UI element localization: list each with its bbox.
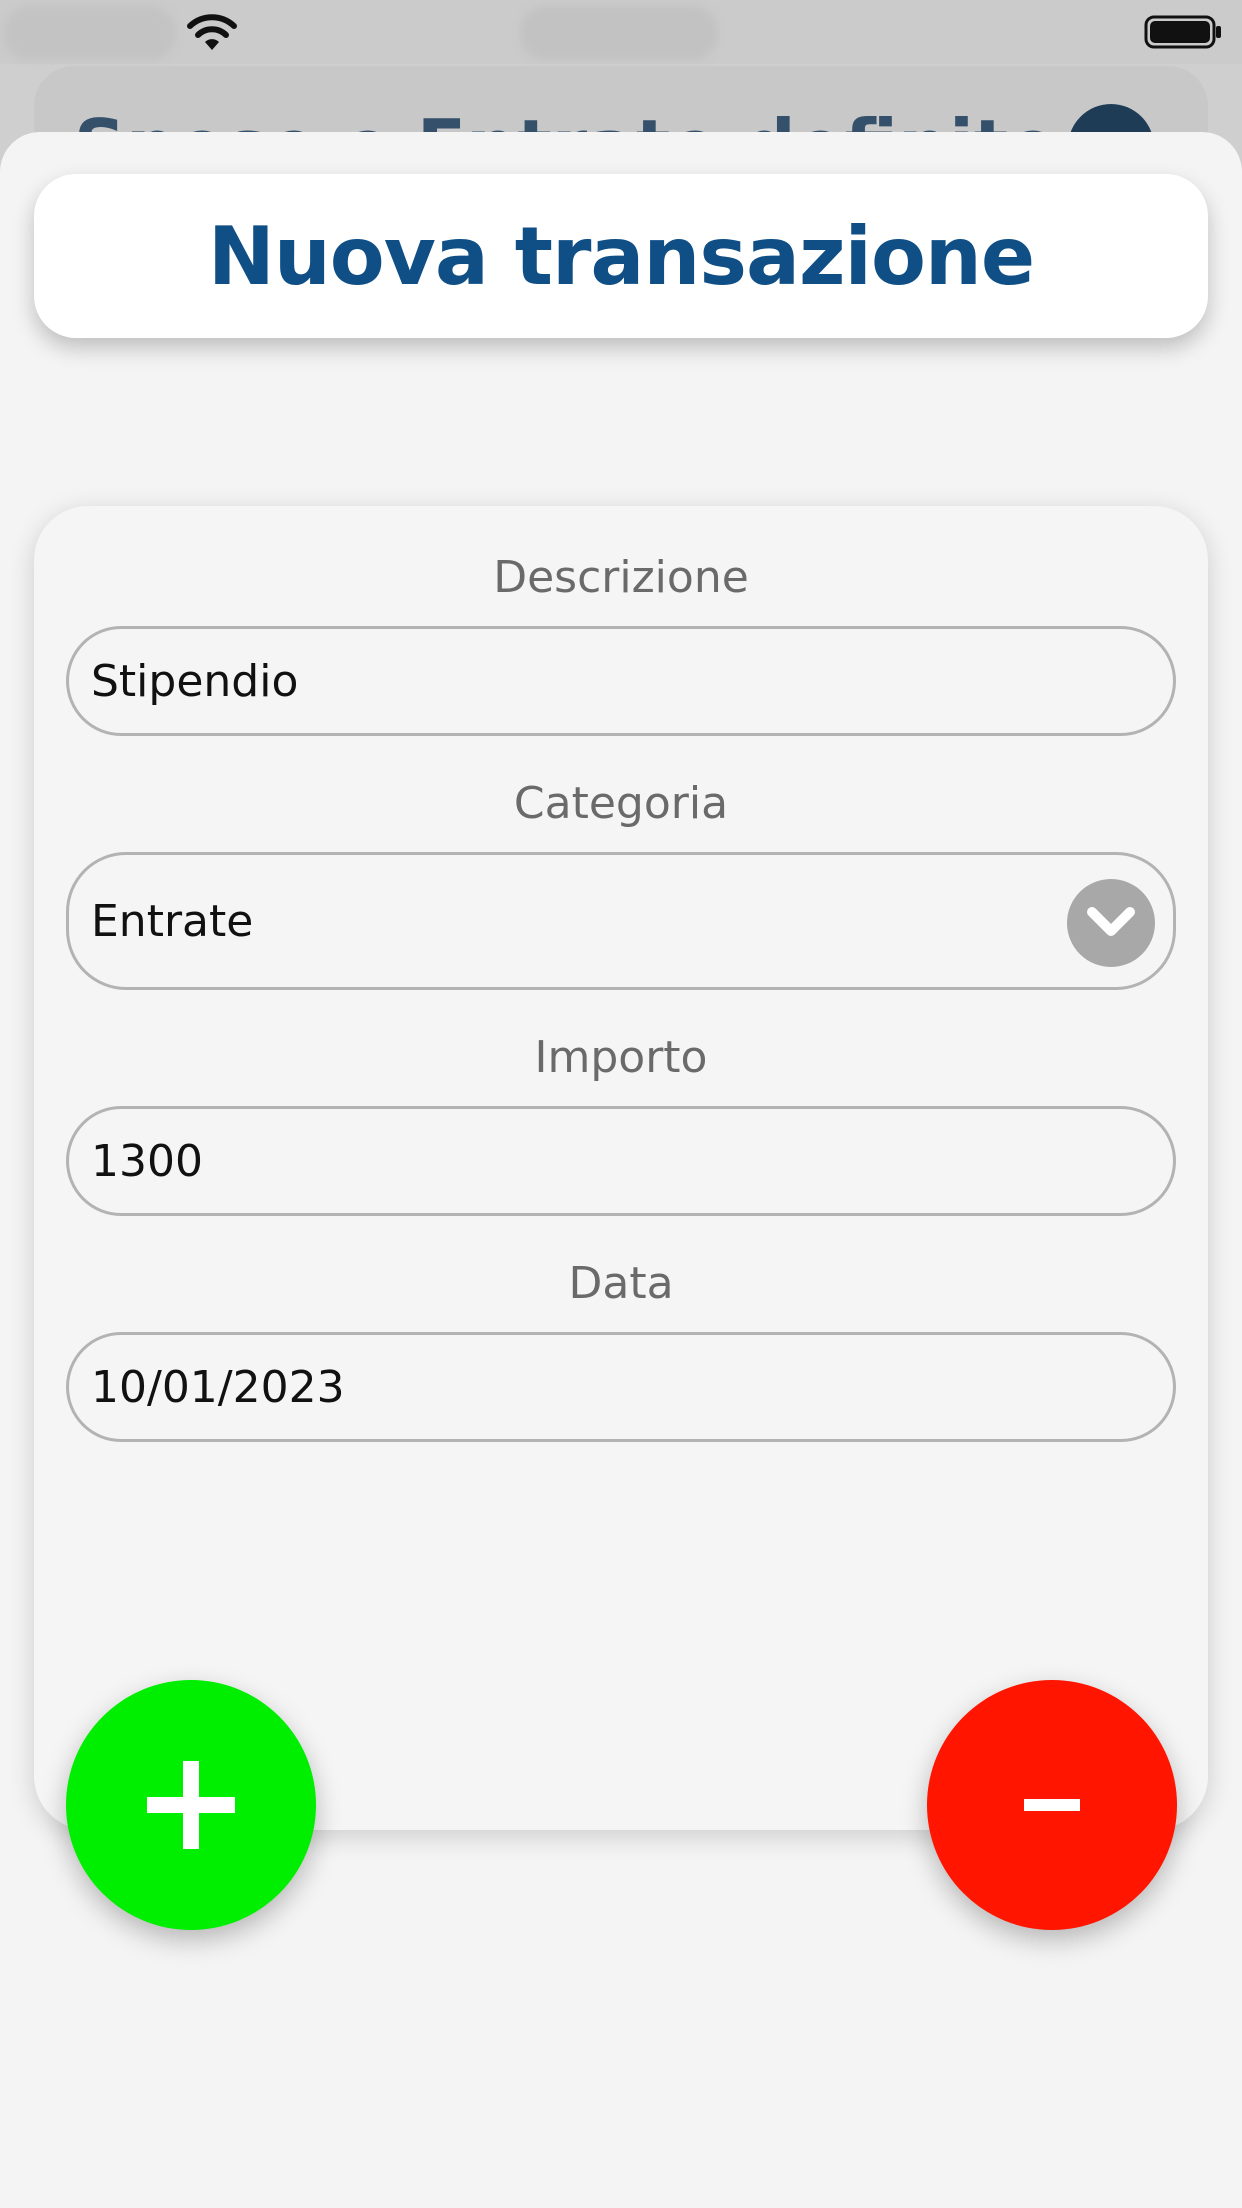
description-input[interactable]: Stipendio [66,626,1176,736]
time-redacted [520,6,718,60]
date-label: Data [568,1258,674,1309]
sheet-title: Nuova transazione [207,209,1035,303]
plus-icon [147,1761,235,1849]
wifi-icon [187,14,237,50]
date-input[interactable]: 10/01/2023 [66,1332,1176,1442]
title-card: Nuova transazione [34,174,1208,338]
description-label: Descrizione [493,552,749,603]
category-label: Categoria [513,778,729,829]
amount-value: 1300 [91,1135,203,1187]
amount-label: Importo [534,1032,708,1083]
carrier-redacted [4,6,176,60]
amount-input[interactable]: 1300 [66,1106,1176,1216]
chevron-down-icon[interactable] [1067,879,1155,967]
new-transaction-sheet: Nuova transazione Descrizione Stipendio … [0,132,1242,2208]
status-bar [0,0,1242,64]
add-expense-button[interactable] [927,1680,1177,1930]
battery-icon [1144,15,1221,49]
minus-icon [1024,1799,1080,1811]
description-value: Stipendio [91,655,299,707]
transaction-form: Descrizione Stipendio Categoria Entrate … [34,506,1208,1930]
app-screen: Spese e Entrate definite Nuova transazio… [0,0,1242,2208]
date-value: 10/01/2023 [91,1361,345,1413]
add-income-button[interactable] [66,1680,316,1930]
category-value: Entrate [91,895,254,947]
category-select[interactable]: Entrate [66,852,1176,990]
